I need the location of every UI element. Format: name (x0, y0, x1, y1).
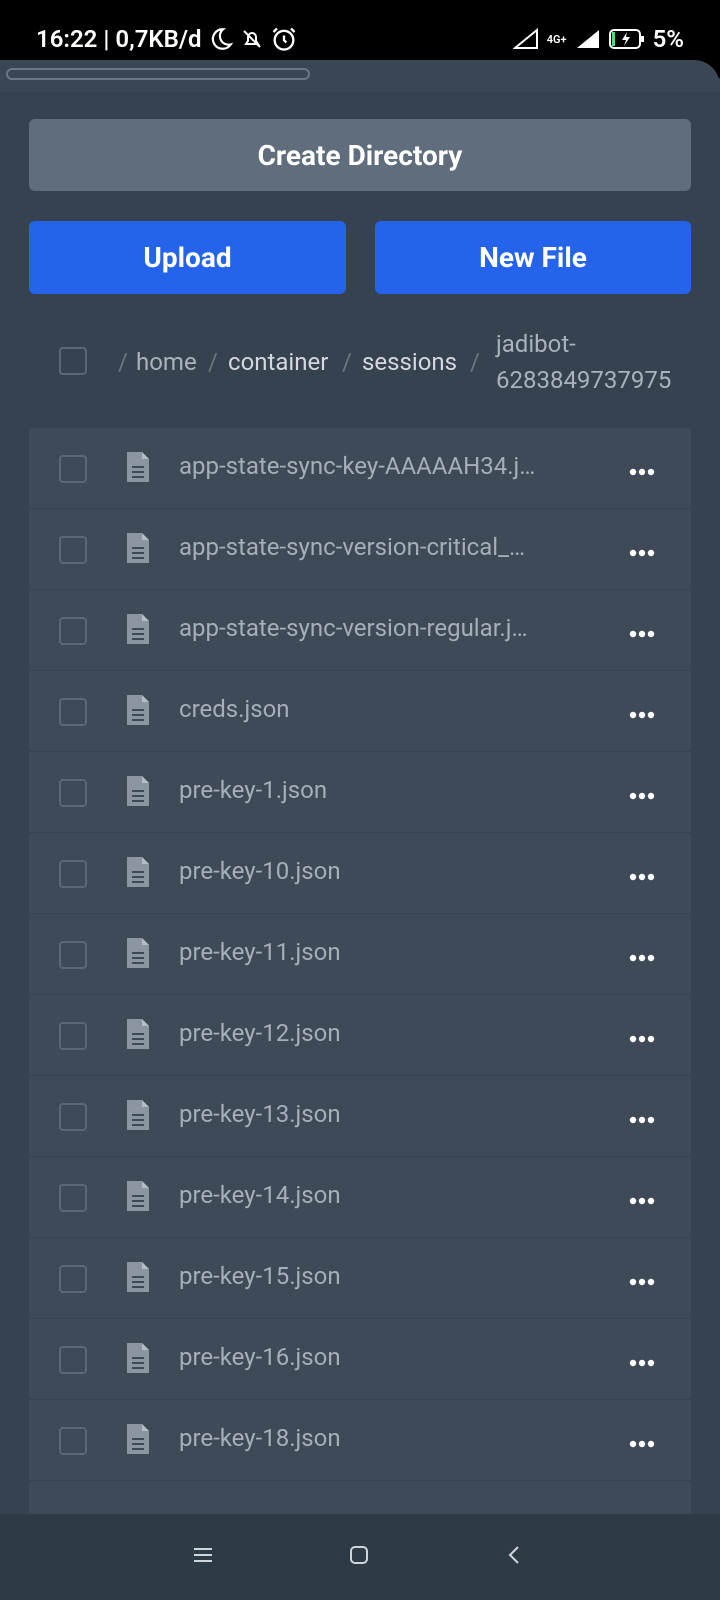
status-speed: | 0,7KB/d (103, 25, 202, 53)
more-options-icon[interactable] (629, 543, 655, 562)
breadcrumb: / home / container / sessions / jadibot-… (118, 326, 698, 396)
file-name[interactable]: pre-key-16.json (179, 1343, 589, 1371)
file-name[interactable]: pre-key-12.json (179, 1019, 589, 1047)
file-icon (125, 1260, 151, 1298)
more-options-icon[interactable] (629, 867, 655, 886)
file-name[interactable]: app-state-sync-version-critical_… (179, 533, 589, 561)
file-checkbox[interactable] (59, 455, 87, 483)
file-row[interactable]: creds.json (29, 671, 691, 751)
file-checkbox[interactable] (59, 617, 87, 645)
file-row[interactable]: pre-key-15.json (29, 1238, 691, 1318)
file-row[interactable]: app-state-sync-version-regular.j… (29, 590, 691, 670)
file-row[interactable]: pre-key-10.json (29, 833, 691, 913)
breadcrumb-current-line1: jadibot- (496, 330, 576, 358)
file-name[interactable]: pre-key-10.json (179, 857, 589, 885)
file-row[interactable]: pre-key-18.json (29, 1400, 691, 1480)
file-name[interactable]: pre-key-18.json (179, 1424, 589, 1452)
status-right: 4G+ 5% (512, 25, 684, 53)
file-icon (125, 855, 151, 893)
more-options-icon[interactable] (629, 624, 655, 643)
create-directory-button[interactable]: Create Directory (29, 119, 691, 191)
breadcrumb-sessions[interactable]: sessions (362, 348, 457, 376)
breadcrumb-home[interactable]: home (136, 348, 197, 376)
file-icon (125, 612, 151, 650)
file-checkbox[interactable] (59, 779, 87, 807)
file-checkbox[interactable] (59, 1022, 87, 1050)
breadcrumb-separator: / (470, 348, 480, 376)
file-row[interactable]: pre-key-14.json (29, 1157, 691, 1237)
file-row-partial (29, 1481, 691, 1514)
signal-icon-2 (575, 28, 601, 50)
breadcrumb-current-line2: 6283849737975 (496, 366, 672, 394)
breadcrumb-current: jadibot- 6283849737975 (496, 326, 671, 398)
file-row[interactable]: pre-key-12.json (29, 995, 691, 1075)
bell-off-icon (240, 26, 264, 52)
select-all-checkbox[interactable] (59, 347, 87, 375)
more-options-icon[interactable] (629, 1110, 655, 1129)
moon-icon (208, 26, 234, 52)
file-icon (125, 450, 151, 488)
home-icon[interactable] (348, 1544, 370, 1570)
file-row[interactable]: pre-key-1.json (29, 752, 691, 832)
more-options-icon[interactable] (629, 462, 655, 481)
breadcrumb-separator: / (208, 348, 218, 376)
file-name[interactable]: pre-key-11.json (179, 938, 589, 966)
file-name[interactable]: app-state-sync-version-regular.j… (179, 614, 589, 642)
battery-level: 5% (652, 25, 684, 53)
breadcrumb-container[interactable]: container (228, 348, 328, 376)
file-name[interactable]: pre-key-14.json (179, 1181, 589, 1209)
file-icon (125, 1422, 151, 1460)
scroll-indicator[interactable] (6, 68, 310, 80)
file-checkbox[interactable] (59, 1184, 87, 1212)
file-checkbox[interactable] (59, 1346, 87, 1374)
signal-icon (512, 28, 539, 50)
file-row[interactable]: pre-key-11.json (29, 914, 691, 994)
more-options-icon[interactable] (629, 1029, 655, 1048)
battery-charging-icon (608, 28, 645, 50)
file-icon (125, 1017, 151, 1055)
file-name[interactable]: pre-key-1.json (179, 776, 589, 804)
more-options-icon[interactable] (629, 1434, 655, 1453)
status-time: 16:22 (36, 25, 98, 53)
more-options-icon[interactable] (629, 948, 655, 967)
file-icon (125, 1179, 151, 1217)
network-type: 4G+ (546, 32, 567, 46)
file-row[interactable]: pre-key-16.json (29, 1319, 691, 1399)
back-icon[interactable] (506, 1544, 522, 1570)
menu-icon[interactable] (192, 1544, 214, 1570)
upload-button[interactable]: Upload (29, 221, 346, 294)
file-checkbox[interactable] (59, 698, 87, 726)
file-icon (125, 1098, 151, 1136)
file-name[interactable]: creds.json (179, 695, 589, 723)
file-icon (125, 1341, 151, 1379)
file-row[interactable]: app-state-sync-version-critical_… (29, 509, 691, 589)
new-file-button[interactable]: New File (375, 221, 691, 294)
file-icon (125, 531, 151, 569)
file-checkbox[interactable] (59, 1427, 87, 1455)
file-icon (125, 774, 151, 812)
more-options-icon[interactable] (629, 705, 655, 724)
file-name[interactable]: pre-key-13.json (179, 1100, 589, 1128)
file-checkbox[interactable] (59, 1265, 87, 1293)
more-options-icon[interactable] (629, 1353, 655, 1372)
file-icon (125, 693, 151, 731)
navigation-bar (0, 1514, 720, 1600)
file-checkbox[interactable] (59, 536, 87, 564)
file-icon (125, 936, 151, 974)
file-row[interactable]: pre-key-13.json (29, 1076, 691, 1156)
status-left: 16:22 | 0,7KB/d (36, 25, 298, 53)
file-name[interactable]: app-state-sync-key-AAAAAH34.j… (179, 452, 589, 480)
file-checkbox[interactable] (59, 860, 87, 888)
file-row[interactable]: app-state-sync-key-AAAAAH34.j… (29, 428, 691, 508)
alarm-icon (270, 25, 298, 53)
breadcrumb-separator: / (342, 348, 352, 376)
more-options-icon[interactable] (629, 1191, 655, 1210)
more-options-icon[interactable] (629, 1272, 655, 1291)
file-checkbox[interactable] (59, 941, 87, 969)
file-name[interactable]: pre-key-15.json (179, 1262, 589, 1290)
file-checkbox[interactable] (59, 1103, 87, 1131)
more-options-icon[interactable] (629, 786, 655, 805)
breadcrumb-separator: / (118, 348, 128, 376)
